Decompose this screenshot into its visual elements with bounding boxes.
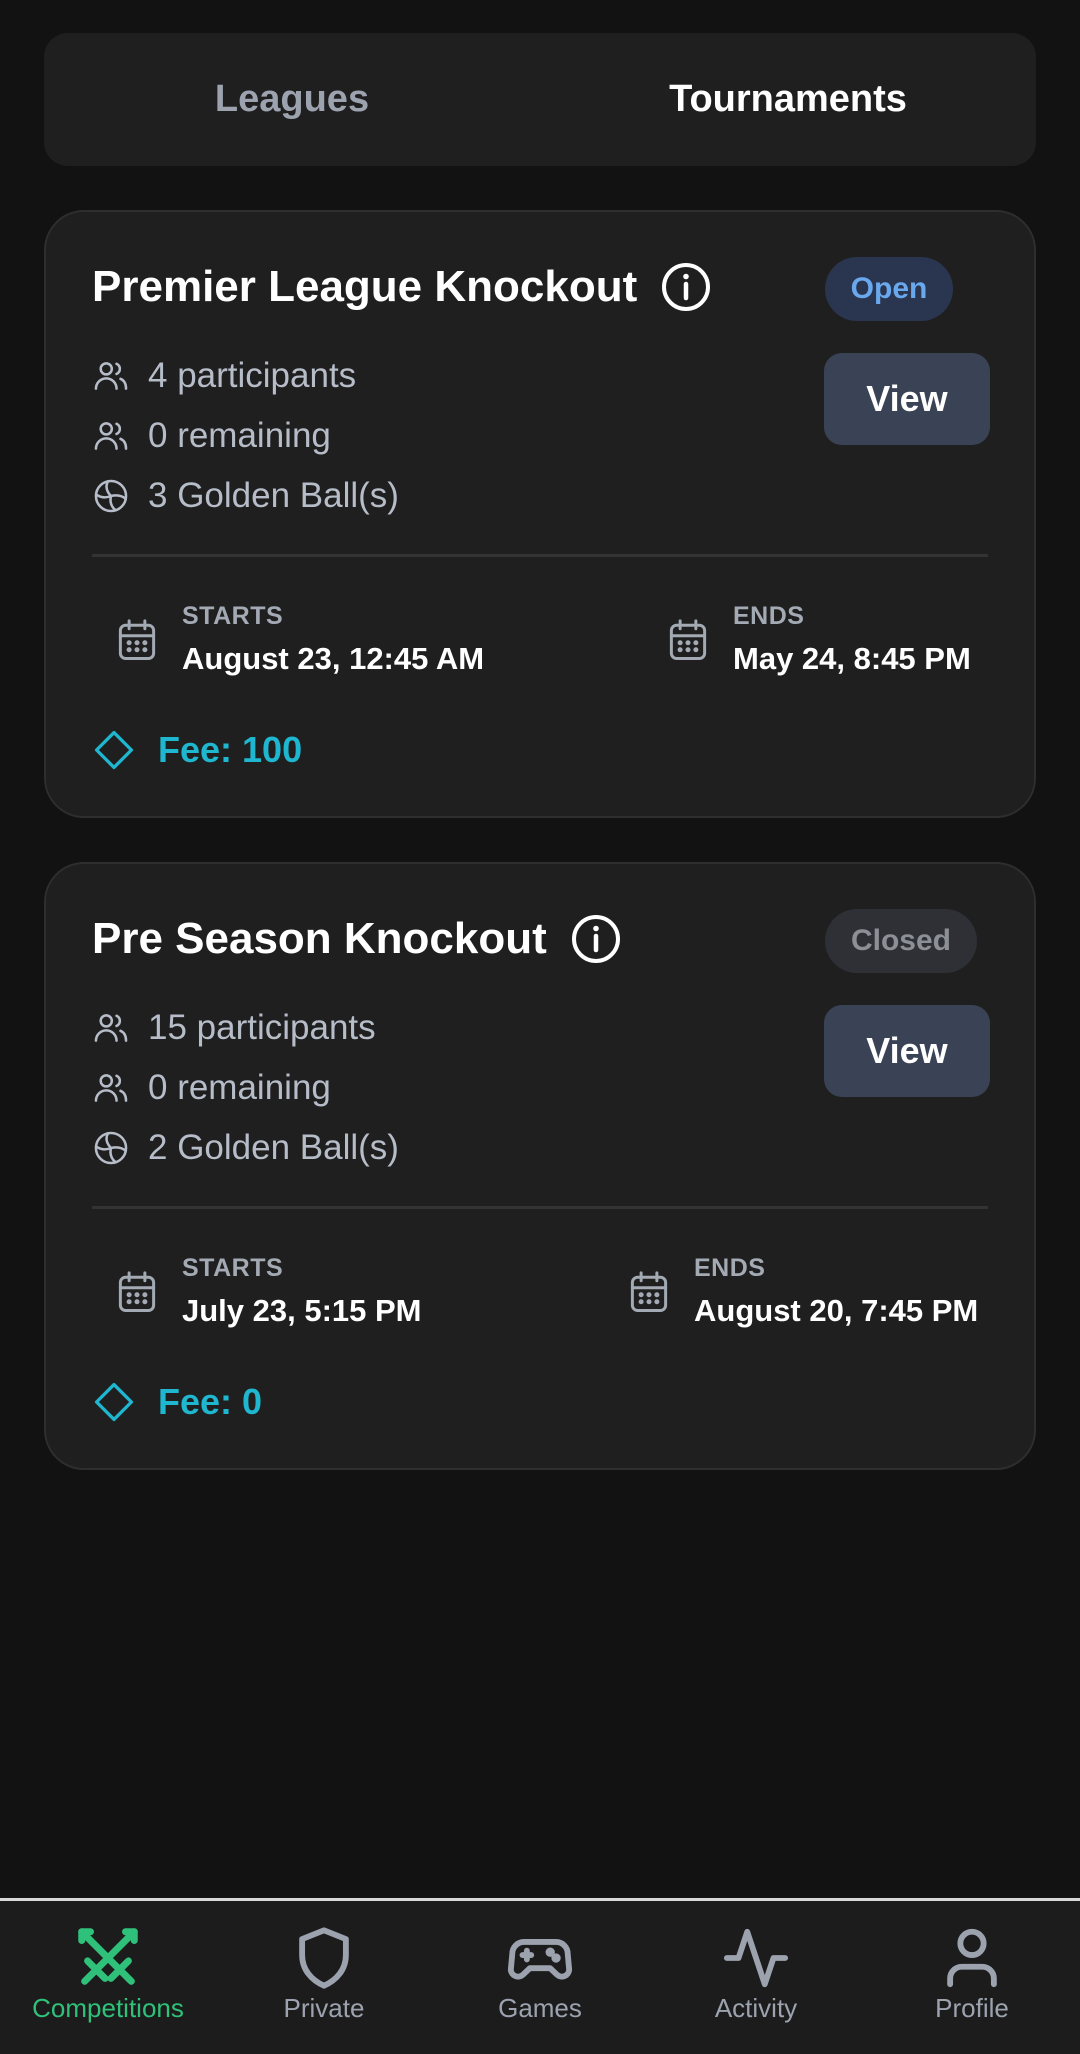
activity-icon bbox=[721, 1923, 791, 1993]
nav-competitions[interactable]: Competitions bbox=[0, 1901, 216, 2054]
diamond-icon bbox=[92, 728, 136, 772]
users-icon bbox=[92, 1069, 130, 1107]
crossed-swords-icon bbox=[73, 1923, 143, 1993]
remaining-count: 0 remaining bbox=[148, 1068, 331, 1107]
participants-row: 4 participants bbox=[92, 346, 399, 406]
card-title-row: Premier League Knockout bbox=[92, 262, 711, 312]
golden-balls-count: 3 Golden Ball(s) bbox=[148, 476, 399, 515]
card-divider bbox=[92, 554, 988, 557]
participants-row: 15 participants bbox=[92, 998, 399, 1058]
nav-private[interactable]: Private bbox=[216, 1901, 432, 2054]
nav-label: Competitions bbox=[32, 1993, 184, 2023]
fee-row: Fee: 100 bbox=[92, 728, 302, 772]
ends-label: ENDS bbox=[733, 602, 805, 630]
calendar-icon bbox=[116, 618, 158, 664]
start-date: STARTS August 23, 12:45 AM bbox=[116, 602, 484, 677]
remaining-row: 0 remaining bbox=[92, 1058, 399, 1118]
gamepad-icon bbox=[505, 1923, 575, 1993]
card-title-row: Pre Season Knockout bbox=[92, 914, 621, 964]
card-divider bbox=[92, 1206, 988, 1209]
nav-label: Activity bbox=[714, 1993, 798, 2023]
bottom-navigation: Competitions Private Games Activity Prof… bbox=[0, 1898, 1080, 2054]
entry-fee: Fee: 0 bbox=[158, 1381, 263, 1422]
nav-label: Games bbox=[498, 1993, 582, 2023]
start-date-text: STARTS July 23, 5:15 PM bbox=[182, 1254, 422, 1329]
view-button[interactable]: View bbox=[824, 353, 990, 445]
starts-value: August 23, 12:45 AM bbox=[182, 641, 485, 676]
status-badge: Closed bbox=[825, 909, 977, 973]
diamond-icon bbox=[92, 1380, 136, 1424]
view-button[interactable]: View bbox=[824, 1005, 990, 1097]
nav-label: Private bbox=[283, 1993, 365, 2023]
app-root: Leagues Tournaments Premier League Knock… bbox=[0, 0, 1080, 2054]
calendar-icon bbox=[116, 1270, 158, 1316]
tab-tournaments[interactable]: Tournaments bbox=[540, 33, 1036, 166]
golden-balls-row: 2 Golden Ball(s) bbox=[92, 1118, 399, 1178]
users-icon bbox=[92, 1009, 130, 1047]
info-icon[interactable] bbox=[571, 914, 621, 964]
ends-label: ENDS bbox=[694, 1254, 766, 1282]
end-date: ENDS August 20, 7:45 PM bbox=[628, 1254, 978, 1329]
end-date-text: ENDS August 20, 7:45 PM bbox=[694, 1254, 978, 1329]
start-date-text: STARTS August 23, 12:45 AM bbox=[182, 602, 484, 677]
shield-icon bbox=[289, 1923, 359, 1993]
starts-label: STARTS bbox=[182, 1254, 284, 1282]
nav-activity[interactable]: Activity bbox=[648, 1901, 864, 2054]
users-icon bbox=[92, 357, 130, 395]
fee-row: Fee: 0 bbox=[92, 1380, 262, 1424]
calendar-icon bbox=[667, 618, 709, 664]
golden-balls-row: 3 Golden Ball(s) bbox=[92, 466, 399, 526]
tournament-card: Premier League Knockout Open View 4 part… bbox=[44, 210, 1036, 818]
participants-count: 4 participants bbox=[148, 356, 357, 395]
remaining-row: 0 remaining bbox=[92, 406, 399, 466]
user-icon bbox=[937, 1923, 1007, 1993]
ball-icon bbox=[92, 477, 130, 515]
start-date: STARTS July 23, 5:15 PM bbox=[116, 1254, 422, 1329]
end-date: ENDS May 24, 8:45 PM bbox=[667, 602, 971, 677]
starts-label: STARTS bbox=[182, 602, 284, 630]
nav-games[interactable]: Games bbox=[432, 1901, 648, 2054]
info-icon[interactable] bbox=[661, 262, 711, 312]
tournament-card: Pre Season Knockout Closed View 15 parti… bbox=[44, 862, 1036, 1470]
tab-leagues[interactable]: Leagues bbox=[44, 33, 540, 166]
ends-value: May 24, 8:45 PM bbox=[733, 641, 971, 676]
status-badge: Open bbox=[825, 257, 953, 321]
tournament-stats: 4 participants 0 remaining 3 Golden Ball… bbox=[92, 346, 399, 526]
end-date-text: ENDS May 24, 8:45 PM bbox=[733, 602, 971, 677]
tournament-title: Premier League Knockout bbox=[92, 262, 638, 311]
entry-fee: Fee: 100 bbox=[158, 729, 303, 770]
nav-profile[interactable]: Profile bbox=[864, 1901, 1080, 2054]
remaining-count: 0 remaining bbox=[148, 416, 331, 455]
competition-type-tabs: Leagues Tournaments bbox=[44, 33, 1036, 166]
ends-value: August 20, 7:45 PM bbox=[694, 1293, 979, 1328]
tournament-stats: 15 participants 0 remaining 2 Golden Bal… bbox=[92, 998, 399, 1178]
golden-balls-count: 2 Golden Ball(s) bbox=[148, 1128, 399, 1167]
calendar-icon bbox=[628, 1270, 670, 1316]
users-icon bbox=[92, 417, 130, 455]
participants-count: 15 participants bbox=[148, 1008, 376, 1047]
starts-value: July 23, 5:15 PM bbox=[182, 1293, 422, 1328]
tournament-title: Pre Season Knockout bbox=[92, 914, 547, 963]
nav-label: Profile bbox=[935, 1993, 1009, 2023]
ball-icon bbox=[92, 1129, 130, 1167]
